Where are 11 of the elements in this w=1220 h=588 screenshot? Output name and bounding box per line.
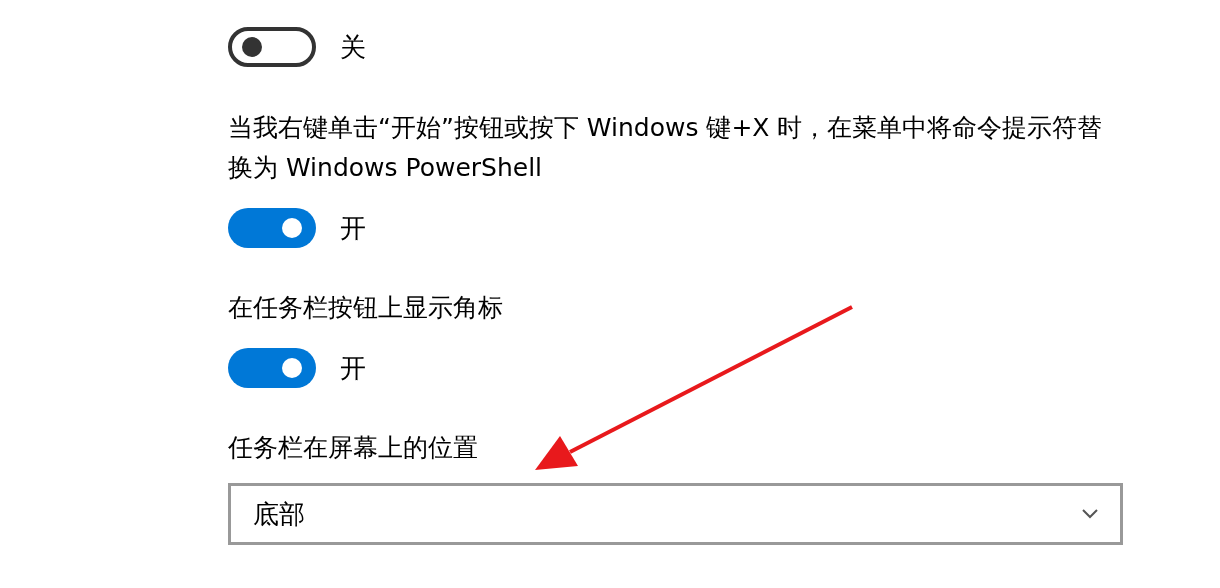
toggle-switch[interactable] — [228, 208, 316, 248]
setting-label: 任务栏在屏幕上的位置 — [228, 432, 479, 464]
toggle-switch[interactable] — [228, 348, 316, 388]
toggle-state: 开 — [340, 351, 366, 385]
setting-label: 在任务栏按钮上显示角标 — [228, 292, 504, 324]
toggle-switch[interactable] — [228, 27, 316, 67]
position-dropdown[interactable]: 底部 — [228, 483, 1123, 545]
chevron-icon — [1082, 509, 1098, 519]
toggle-state: 开 — [340, 211, 366, 245]
toggle-state: 关 — [340, 30, 366, 64]
setting-label: 当我右键单击“开始”按钮或按下 Windows 键+X 时，在菜单中将命令提示符替换为 Windows PowerShell — [228, 112, 1104, 184]
